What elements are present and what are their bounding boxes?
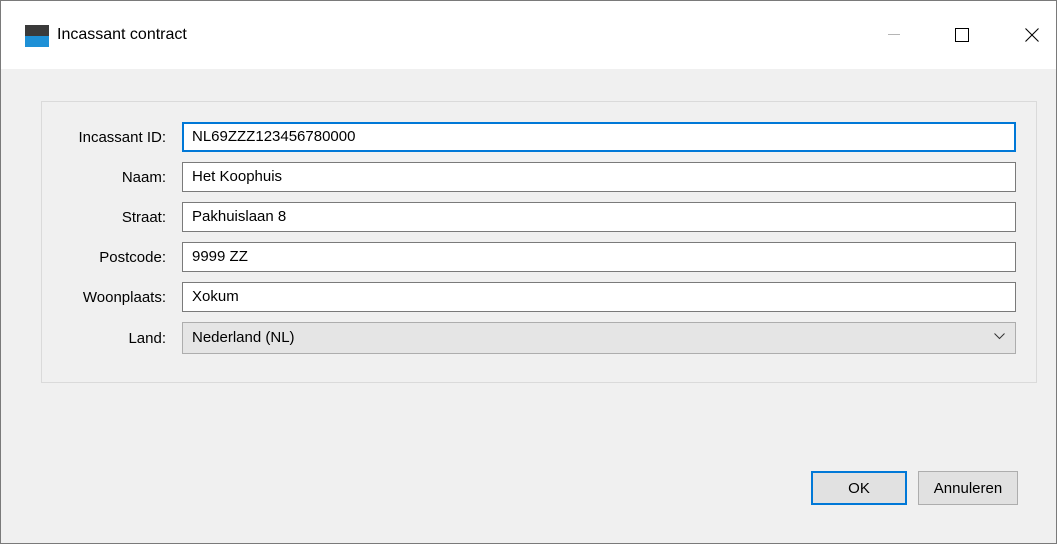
minimize-icon — [888, 34, 900, 35]
close-icon — [1025, 28, 1039, 42]
woonplaats-label: Woonplaats: — [82, 289, 166, 306]
naam-label: Naam: — [121, 169, 166, 186]
minimize-button[interactable] — [871, 15, 917, 55]
row-straat: Straat: Pakhuislaan 8 — [42, 202, 1036, 232]
cancel-button[interactable]: Annuleren — [918, 471, 1018, 505]
land-selected-value: Nederland (NL) — [192, 329, 295, 346]
straat-label: Straat: — [121, 209, 166, 226]
woonplaats-input[interactable]: Xokum — [182, 282, 1016, 312]
incassant-id-label: Incassant ID: — [78, 129, 166, 146]
row-postcode: Postcode: 9999 ZZ — [42, 242, 1036, 272]
land-label: Land: — [128, 330, 166, 347]
chevron-down-icon — [994, 333, 1005, 340]
row-incassant-id: Incassant ID: NL69ZZZ123456780000 — [42, 122, 1036, 152]
title-bar[interactable]: Incassant contract — [1, 1, 1056, 69]
window-title: Incassant contract — [57, 26, 187, 43]
form-panel: Incassant ID: NL69ZZZ123456780000 Naam: … — [41, 101, 1037, 383]
straat-input[interactable]: Pakhuislaan 8 — [182, 202, 1016, 232]
maximize-button[interactable] — [939, 15, 985, 55]
app-icon — [25, 25, 49, 47]
row-naam: Naam: Het Koophuis — [42, 162, 1036, 192]
postcode-input[interactable]: 9999 ZZ — [182, 242, 1016, 272]
naam-input[interactable]: Het Koophuis — [182, 162, 1016, 192]
incassant-id-input[interactable]: NL69ZZZ123456780000 — [182, 122, 1016, 152]
close-button[interactable] — [1009, 15, 1055, 55]
maximize-icon — [955, 28, 969, 42]
row-land: Land: Nederland (NL) — [42, 322, 1036, 354]
dialog-window: Incassant contract Incassant ID: NL69ZZZ… — [0, 0, 1057, 544]
land-select[interactable]: Nederland (NL) — [182, 322, 1016, 354]
ok-button[interactable]: OK — [811, 471, 907, 505]
row-woonplaats: Woonplaats: Xokum — [42, 282, 1036, 312]
postcode-label: Postcode: — [99, 249, 166, 266]
